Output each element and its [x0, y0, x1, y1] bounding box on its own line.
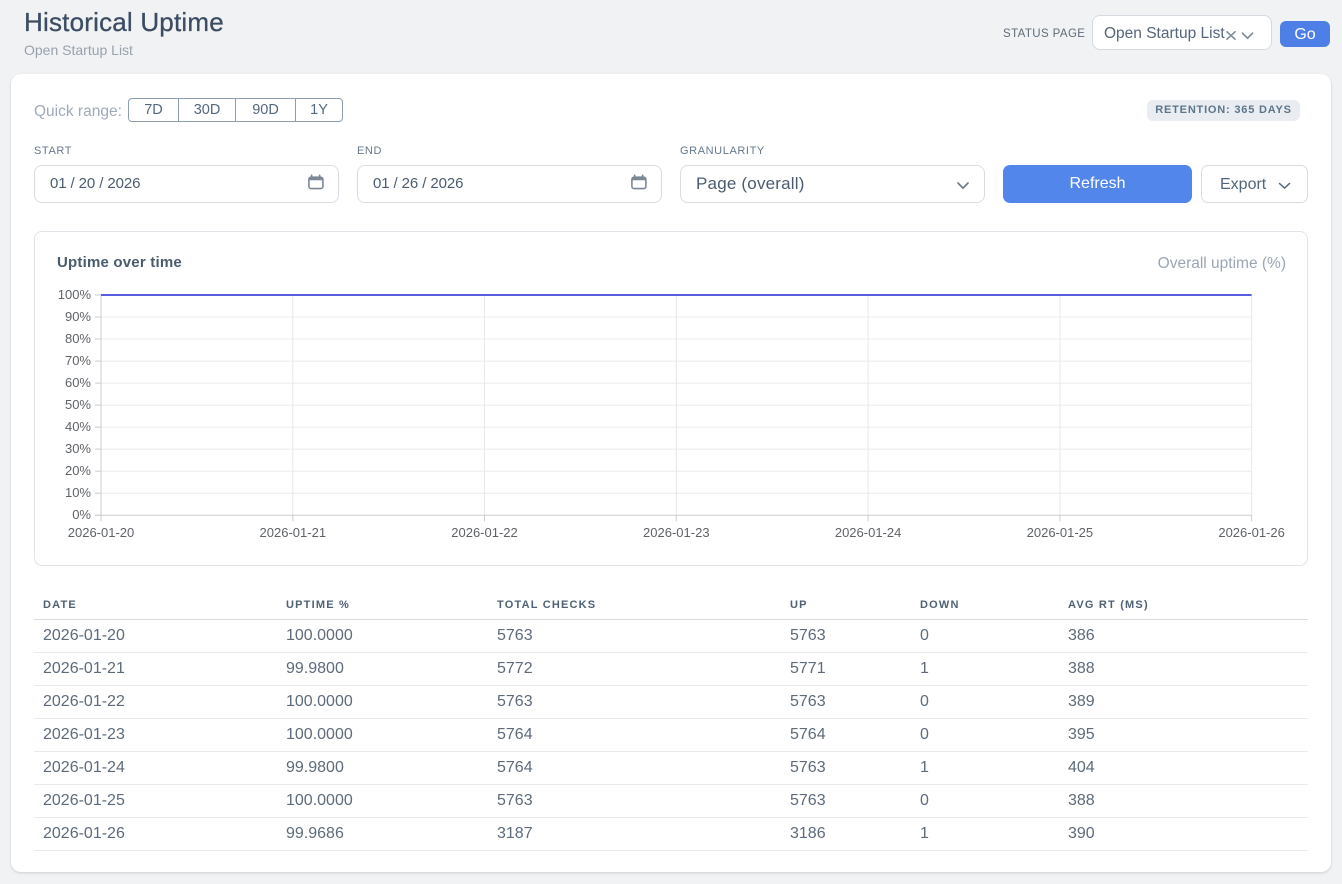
- svg-text:50%: 50%: [65, 397, 91, 412]
- svg-text:100%: 100%: [58, 287, 92, 302]
- svg-text:0%: 0%: [72, 507, 91, 522]
- svg-text:10%: 10%: [65, 485, 91, 500]
- svg-text:2026-01-22: 2026-01-22: [451, 525, 518, 540]
- svg-text:2026-01-20: 2026-01-20: [68, 525, 135, 540]
- svg-text:40%: 40%: [65, 419, 91, 434]
- svg-text:2026-01-21: 2026-01-21: [260, 525, 327, 540]
- svg-text:30%: 30%: [65, 441, 91, 456]
- svg-text:70%: 70%: [65, 353, 91, 368]
- svg-text:2026-01-26: 2026-01-26: [1218, 525, 1285, 540]
- svg-text:2026-01-23: 2026-01-23: [643, 525, 710, 540]
- svg-text:20%: 20%: [65, 463, 91, 478]
- svg-text:80%: 80%: [65, 331, 91, 346]
- svg-text:60%: 60%: [65, 375, 91, 390]
- svg-text:2026-01-24: 2026-01-24: [835, 525, 902, 540]
- svg-text:2026-01-25: 2026-01-25: [1027, 525, 1094, 540]
- svg-text:90%: 90%: [65, 309, 91, 324]
